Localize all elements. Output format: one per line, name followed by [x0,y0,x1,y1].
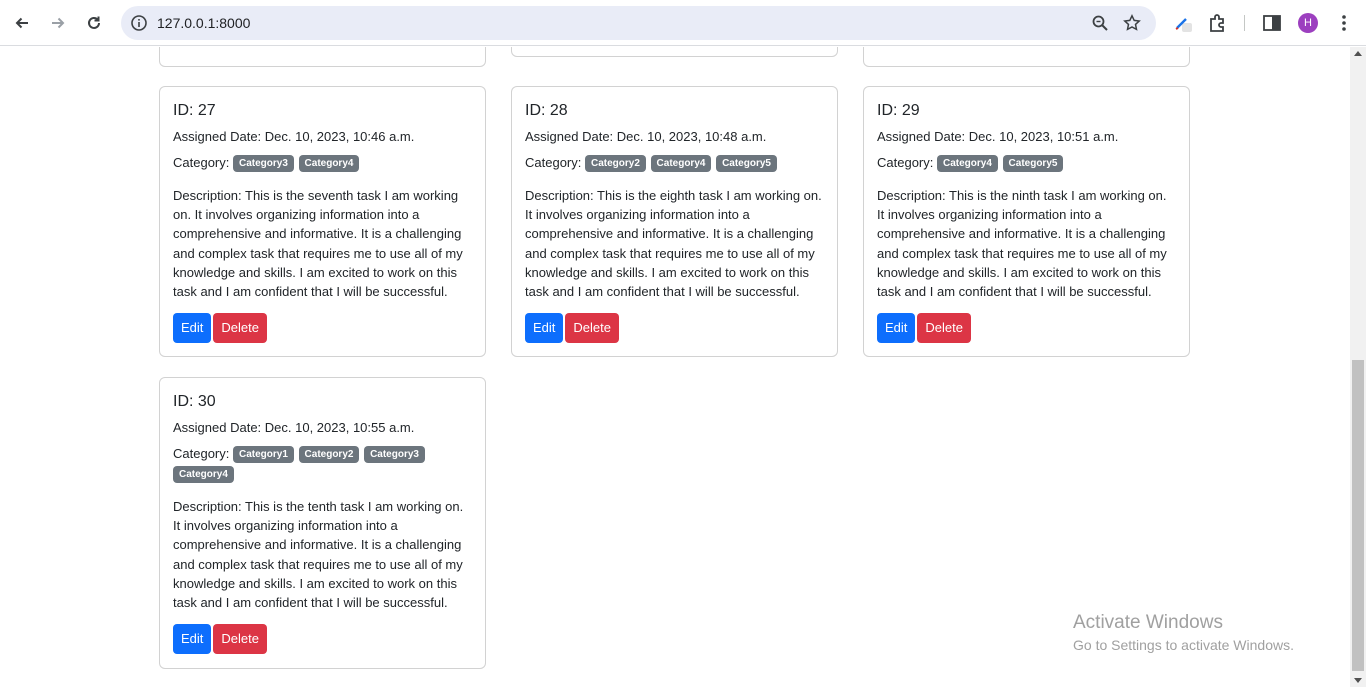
zoom-icon[interactable] [1091,14,1109,32]
category-row: Category: Category3 Category4 [173,153,472,173]
category-badge: Category4 [937,155,998,172]
edit-button[interactable]: Edit [173,624,212,655]
watermark-subtitle: Go to Settings to activate Windows. [1073,637,1294,653]
task-id: ID: 30 [173,393,216,410]
task-card-partial [159,47,486,67]
delete-button[interactable]: Delete [213,313,267,344]
more-menu-icon[interactable] [1333,12,1355,34]
assigned-date: Assigned Date: Dec. 10, 2023, 10:48 a.m. [525,129,767,144]
task-description: Description: This is the eighth task I a… [525,188,822,300]
extensions-puzzle-icon[interactable] [1207,12,1229,34]
category-badge: Category4 [173,466,234,483]
task-card: ID: 29 Assigned Date: Dec. 10, 2023, 10:… [863,86,1190,357]
task-description: Description: This is the ninth task I am… [877,188,1167,300]
category-badge: Category4 [650,155,712,172]
category-label: Category: [877,155,934,170]
page-content: ID: 27 Assigned Date: Dec. 10, 2023, 10:… [0,47,1350,687]
assigned-date: Assigned Date: Dec. 10, 2023, 10:55 a.m. [173,420,415,435]
watermark-title: Activate Windows [1073,612,1223,633]
category-row: Category: Category4 Category5 [877,153,1176,173]
category-badge: Category5 [1002,155,1064,172]
bookmark-star-icon[interactable] [1123,14,1141,32]
delete-button[interactable]: Delete [565,313,619,344]
task-card: ID: 30 Assigned Date: Dec. 10, 2023, 10:… [159,377,486,669]
category-badge: Category5 [716,155,777,172]
pen-extension-icon[interactable] [1172,12,1194,34]
url-text[interactable]: 127.0.0.1:8000 [157,15,250,31]
category-badge: Category2 [298,446,360,463]
edit-button[interactable]: Edit [525,313,564,344]
windows-activation-watermark: Activate Windows Go to Settings to activ… [1073,612,1294,655]
edit-button[interactable]: Edit [173,313,212,344]
category-label: Category: [173,155,230,170]
category-label: Category: [173,446,230,461]
scroll-up-arrow-icon[interactable] [1354,51,1362,56]
category-badge: Category2 [585,155,646,172]
delete-button[interactable]: Delete [213,624,267,655]
task-description: Description: This is the seventh task I … [173,188,463,300]
profile-avatar[interactable]: H [1298,13,1318,33]
task-id: ID: 27 [173,102,216,119]
category-badge: Category3 [364,446,425,463]
address-bar[interactable]: 127.0.0.1:8000 [121,6,1156,40]
reload-button[interactable] [80,9,108,37]
vertical-scrollbar[interactable] [1350,47,1366,687]
task-id: ID: 28 [525,102,568,119]
back-arrow-icon [15,17,28,29]
browser-toolbar: 127.0.0.1:8000 H [0,0,1366,46]
task-id: ID: 29 [877,102,920,119]
category-badge: Category1 [233,446,294,463]
category-row: Category: Category1 Category2 Category3 … [173,444,472,484]
task-card: ID: 28 Assigned Date: Dec. 10, 2023, 10:… [511,86,838,357]
site-info-icon[interactable] [130,14,148,32]
category-badge: Category3 [233,155,294,172]
edit-button[interactable]: Edit [877,313,916,344]
scrollbar-thumb[interactable] [1352,360,1364,671]
reload-icon [88,16,100,29]
category-label: Category: [525,155,582,170]
forward-arrow-icon [52,17,65,29]
toolbar-divider [1244,15,1245,31]
scroll-down-arrow-icon[interactable] [1354,678,1362,683]
back-button[interactable] [8,9,36,37]
assigned-date: Assigned Date: Dec. 10, 2023, 10:46 a.m. [173,129,415,144]
assigned-date: Assigned Date: Dec. 10, 2023, 10:51 a.m. [877,129,1119,144]
side-panel-icon[interactable] [1261,12,1283,34]
category-row: Category: Category2 Category4 Category5 [525,153,824,173]
delete-button[interactable]: Delete [917,313,971,344]
category-badge: Category4 [298,155,360,172]
forward-button[interactable] [44,9,72,37]
task-description: Description: This is the tenth task I am… [173,499,464,611]
task-card-partial [863,47,1190,67]
task-card: ID: 27 Assigned Date: Dec. 10, 2023, 10:… [159,86,486,357]
task-card-partial [511,47,838,57]
